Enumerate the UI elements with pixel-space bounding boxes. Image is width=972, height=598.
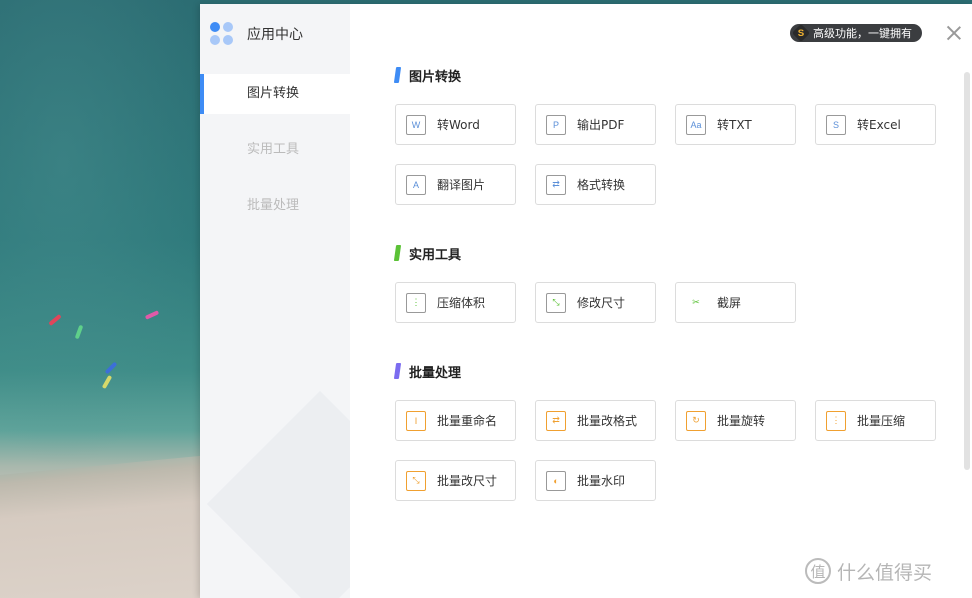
premium-icon: S [791, 23, 811, 43]
section-batch: 批量处理 I 批量重命名 ⇄ 批量改格式 ↻ 批量旋转 ⋮ 批量压缩 ⤡ 批量改… [393, 362, 936, 501]
tool-grid: ⋮ 压缩体积 ⤡ 修改尺寸 ✂ 截屏 [395, 282, 936, 323]
premium-promo-badge[interactable]: S 高级功能，一键拥有 [790, 23, 922, 43]
app-header: 应用中心 [210, 21, 303, 47]
excel-icon: S [826, 114, 846, 135]
translate-icon: A [406, 174, 426, 195]
tool-resize[interactable]: ⤡ 修改尺寸 [535, 282, 656, 323]
scrollbar[interactable] [964, 72, 970, 470]
app-grid-icon [210, 22, 234, 46]
site-watermark: 值 什么值得买 [805, 556, 932, 586]
txt-icon: Aa [686, 114, 706, 135]
sidebar-decoration [206, 390, 350, 598]
tool-convert-txt[interactable]: Aa 转TXT [675, 104, 796, 145]
section-header: 图片转换 [393, 66, 936, 85]
batch-rotate-icon: ↻ [686, 410, 706, 431]
close-icon[interactable] [947, 26, 961, 40]
tool-batch-rotate[interactable]: ↻ 批量旋转 [675, 400, 796, 441]
batch-watermark-icon: ◐ [546, 470, 566, 491]
tool-export-pdf[interactable]: P 输出PDF [535, 104, 656, 145]
tool-label: 修改尺寸 [577, 296, 626, 310]
sea-area [0, 0, 210, 470]
sidebar-item-batch[interactable]: 批量处理 [200, 186, 350, 226]
tool-batch-format[interactable]: ⇄ 批量改格式 [535, 400, 656, 441]
batch-format-icon: ⇄ [546, 410, 566, 431]
tool-grid: I 批量重命名 ⇄ 批量改格式 ↻ 批量旋转 ⋮ 批量压缩 ⤡ 批量改尺寸 ◐ … [395, 400, 936, 501]
screenshot-icon: ✂ [692, 297, 700, 307]
tool-label: 转Excel [857, 118, 901, 132]
compress-icon: ⋮ [406, 292, 426, 313]
section-utilities: 实用工具 ⋮ 压缩体积 ⤡ 修改尺寸 ✂ 截屏 [393, 244, 936, 323]
format-convert-icon: ⇄ [546, 174, 566, 195]
section-accent-bar [393, 67, 402, 83]
tool-label: 转TXT [717, 118, 752, 132]
sidebar-nav: 图片转换 实用工具 批量处理 [200, 74, 350, 242]
tool-label: 批量压缩 [857, 414, 906, 428]
tool-label: 格式转换 [577, 178, 626, 192]
section-accent-bar [393, 245, 402, 261]
app-center-window: 应用中心 图片转换 实用工具 批量处理 S 高级功能，一键拥有 图片转换 W 转… [200, 4, 972, 598]
tool-grid: W 转Word P 输出PDF Aa 转TXT S 转Excel A 翻译图片 … [395, 104, 936, 205]
beach-area [0, 455, 210, 598]
section-header: 实用工具 [393, 244, 936, 263]
batch-compress-icon: ⋮ [826, 410, 846, 431]
tool-compress[interactable]: ⋮ 压缩体积 [395, 282, 516, 323]
sidebar-item-utilities[interactable]: 实用工具 [200, 130, 350, 170]
watermark-text: 什么值得买 [837, 561, 933, 584]
tool-batch-compress[interactable]: ⋮ 批量压缩 [815, 400, 936, 441]
section-title: 图片转换 [409, 69, 462, 85]
tool-label: 批量改格式 [577, 414, 638, 428]
tool-batch-resize[interactable]: ⤡ 批量改尺寸 [395, 460, 516, 501]
sidebar-item-image-convert[interactable]: 图片转换 [200, 74, 350, 114]
main-content: S 高级功能，一键拥有 图片转换 W 转Word P 输出PDF Aa 转TXT… [350, 4, 972, 598]
tool-label: 批量重命名 [437, 414, 498, 428]
batch-rename-icon: I [406, 410, 426, 431]
pdf-icon: P [546, 114, 566, 135]
tool-label: 批量改尺寸 [437, 474, 498, 488]
word-icon: W [406, 114, 426, 135]
tool-label: 截屏 [717, 296, 742, 310]
tool-format-convert[interactable]: ⇄ 格式转换 [535, 164, 656, 205]
tool-label: 输出PDF [577, 118, 625, 132]
tool-convert-word[interactable]: W 转Word [395, 104, 516, 145]
tool-batch-rename[interactable]: I 批量重命名 [395, 400, 516, 441]
section-accent-bar [393, 363, 402, 379]
section-title: 实用工具 [409, 247, 462, 263]
section-title: 批量处理 [409, 365, 462, 381]
tool-batch-watermark[interactable]: ◐ 批量水印 [535, 460, 656, 501]
app-title: 应用中心 [247, 27, 303, 43]
section-image-convert: 图片转换 W 转Word P 输出PDF Aa 转TXT S 转Excel A … [393, 66, 936, 205]
tool-label: 翻译图片 [437, 178, 486, 192]
tool-convert-excel[interactable]: S 转Excel [815, 104, 936, 145]
tool-screenshot[interactable]: ✂ 截屏 [675, 282, 796, 323]
promo-text: 高级功能，一键拥有 [813, 27, 912, 40]
section-header: 批量处理 [393, 362, 936, 381]
batch-resize-icon: ⤡ [406, 470, 426, 491]
tool-label: 压缩体积 [437, 296, 486, 310]
watermark-logo-icon: 值 [805, 558, 831, 584]
resize-icon: ⤡ [546, 292, 566, 313]
sidebar: 应用中心 图片转换 实用工具 批量处理 [200, 4, 350, 598]
tool-label: 批量旋转 [717, 414, 766, 428]
tool-label: 批量水印 [577, 474, 626, 488]
tool-translate-image[interactable]: A 翻译图片 [395, 164, 516, 205]
tool-label: 转Word [437, 118, 480, 132]
